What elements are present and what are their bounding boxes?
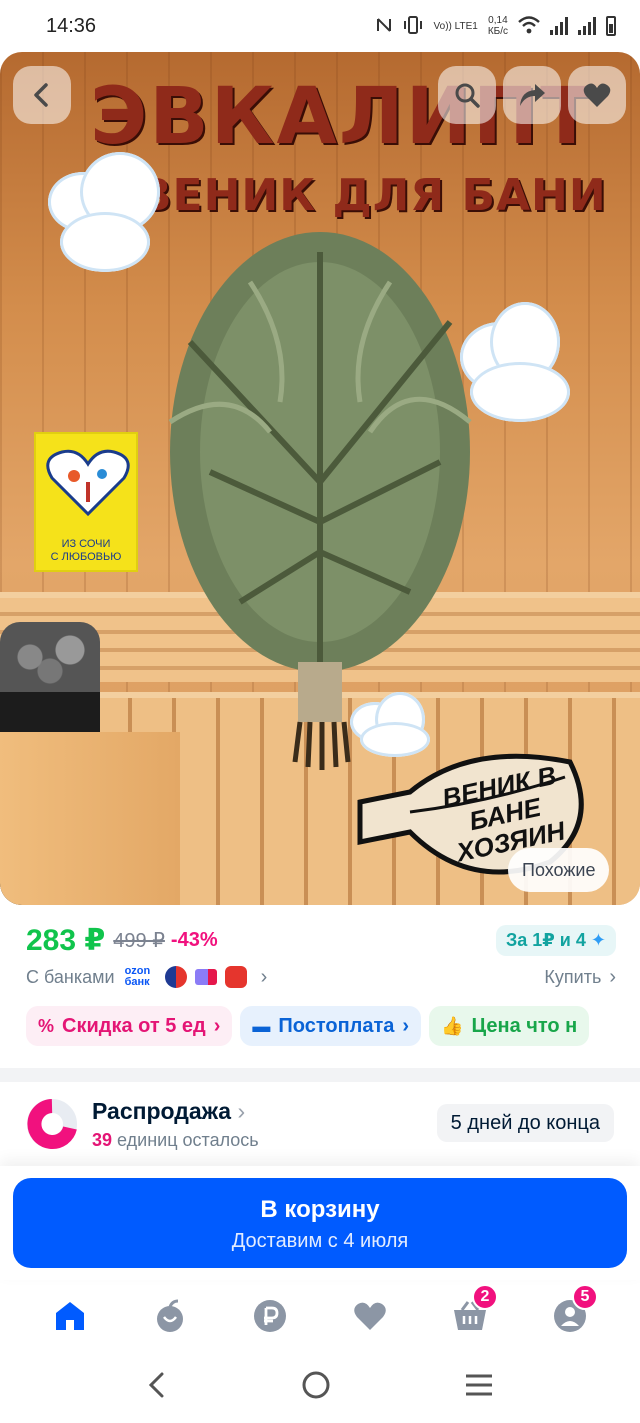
search-button[interactable] (438, 66, 496, 124)
bottom-tab-bar: 2 5 (0, 1284, 640, 1348)
fresh-icon (157, 1299, 183, 1332)
search-icon (455, 83, 480, 108)
chevron-right-icon: › (237, 1098, 246, 1124)
tab-home[interactable] (40, 1286, 100, 1346)
chevron-right-icon: › (609, 965, 616, 988)
sochi-line1: ИЗ СОЧИ (61, 538, 111, 550)
tab-cart[interactable]: 2 (440, 1284, 500, 1346)
bank-offers-row[interactable]: С банками ozon банк › Купить › (26, 962, 616, 992)
heart-logo (46, 449, 130, 517)
back-button[interactable] (13, 66, 71, 124)
battery-icon (606, 16, 616, 36)
points-badge[interactable]: За 1₽ и 4 ✦ (495, 924, 616, 956)
bank-logo-red-icon (164, 966, 187, 988)
share-icon (520, 84, 545, 106)
wifi-icon (518, 15, 540, 37)
heart-icon (583, 83, 611, 107)
sale-title-text: Распродажа (92, 1098, 232, 1124)
add-to-cart-label: В корзину (260, 1196, 380, 1223)
sale-banner[interactable]: Распродажа › 39 единиц осталось 5 дней д… (0, 1082, 640, 1164)
sochi-badge-text: ИЗ СОЧИ С ЛЮБОВЬЮ (36, 538, 136, 564)
ozon-bank-line2: банк (124, 976, 150, 988)
tab-fresh[interactable] (140, 1286, 200, 1346)
signal-icon (550, 17, 568, 35)
discount-percent: -43% (170, 928, 218, 951)
status-time: 14:36 (46, 14, 97, 37)
ozon-bank-logo: ozon банк (125, 966, 157, 988)
nfc-icon (376, 15, 392, 38)
bank-logo-shield-icon (224, 966, 247, 988)
cart-badge: 2 (472, 1284, 498, 1310)
status-icons: Vo)) LTE1 0,14 КБ/с (376, 15, 616, 38)
share-button[interactable] (503, 66, 561, 124)
signal-icon (578, 17, 596, 35)
buy-link[interactable]: Купить (544, 967, 601, 988)
back-icon (34, 83, 48, 107)
sale-timer: 5 дней до конца (436, 1104, 614, 1142)
chevron-right-icon: › (260, 965, 268, 988)
current-price: 283 ₽ (26, 923, 106, 957)
network-speed: 0,14 КБ/с (488, 15, 508, 37)
tab-payments[interactable] (240, 1286, 300, 1346)
home-icon (56, 1302, 84, 1330)
sale-ring-icon (27, 1099, 77, 1149)
stove-stones (0, 622, 100, 692)
benefit-chips: % Скидка от 5 ед › ▬ Постоплата › 👍 Цена… (26, 1006, 640, 1046)
sale-title: Распродажа › (92, 1098, 245, 1125)
add-to-cart-button[interactable]: В корзину Доставим с 4 июля (13, 1178, 627, 1268)
hero-subtitle: ВЕНИК ДЛЯ БАНИ (138, 170, 607, 221)
sale-units: 39 единиц осталось (92, 1130, 259, 1151)
status-bar: 14:36 Vo)) LTE1 0,14 КБ/с (0, 0, 640, 52)
chevron-right-icon: › (213, 1014, 221, 1037)
bank-logo-purple-icon (194, 969, 217, 985)
chip-label: Скидка от 5 ед (62, 1014, 206, 1037)
chevron-right-icon: › (402, 1014, 410, 1037)
similar-button[interactable]: Похожие (508, 848, 610, 892)
eucalyptus-broom (168, 232, 472, 770)
sparkle-icon: ✦ (590, 929, 606, 950)
delivery-date: Доставим с 4 июля (231, 1230, 409, 1252)
product-image[interactable]: ЭВКАЛИПТ ВЕНИК ДЛЯ БАНИ ИЗ СОЧИ С ЛЮБОВЬ… (0, 52, 640, 905)
percent-icon: % (38, 1015, 55, 1036)
chip-postpay[interactable]: ▬ Постоплата › (240, 1006, 422, 1046)
sochi-line2: С ЛЮБОВЬЮ (50, 551, 122, 563)
price-row: 283 ₽ 499 ₽ -43% За 1₽ и 4 ✦ (26, 922, 616, 958)
cart-panel: В корзину Доставим с 4 июля (0, 1166, 640, 1280)
volte-icon: Vo)) LTE1 (433, 20, 478, 32)
tab-favorites[interactable] (340, 1286, 400, 1346)
vibrate-icon (402, 15, 424, 38)
favorite-button[interactable] (568, 66, 626, 124)
system-recents-icon[interactable] (464, 1373, 494, 1402)
points-text: За 1₽ и 4 (505, 929, 586, 950)
chip-label: Постоплата (278, 1014, 395, 1037)
chip-label: Цена что н (471, 1014, 578, 1037)
network-speed-value: 0,14 (488, 15, 508, 26)
section-divider (0, 1068, 640, 1082)
old-price: 499 ₽ (113, 929, 165, 952)
ruble-icon (254, 1300, 286, 1332)
system-home-icon[interactable] (301, 1370, 331, 1405)
with-banks-label: С банками (26, 966, 115, 987)
system-back-icon[interactable] (146, 1370, 168, 1405)
thumbs-up-icon: 👍 (441, 1015, 464, 1036)
network-speed-unit: КБ/с (487, 26, 508, 37)
tab-profile[interactable]: 5 (540, 1284, 600, 1346)
system-navigation (0, 1352, 640, 1423)
wallet-icon: ▬ (252, 1015, 271, 1036)
favorites-icon (354, 1302, 386, 1330)
chip-volume-discount[interactable]: % Скидка от 5 ед › (26, 1006, 233, 1046)
profile-badge: 5 (572, 1284, 598, 1310)
sochi-badge: ИЗ СОЧИ С ЛЮБОВЬЮ (34, 432, 138, 572)
chip-price-guarantee[interactable]: 👍 Цена что н (429, 1006, 590, 1046)
units-text: единиц осталось (112, 1130, 259, 1150)
units-count: 39 (92, 1130, 113, 1150)
